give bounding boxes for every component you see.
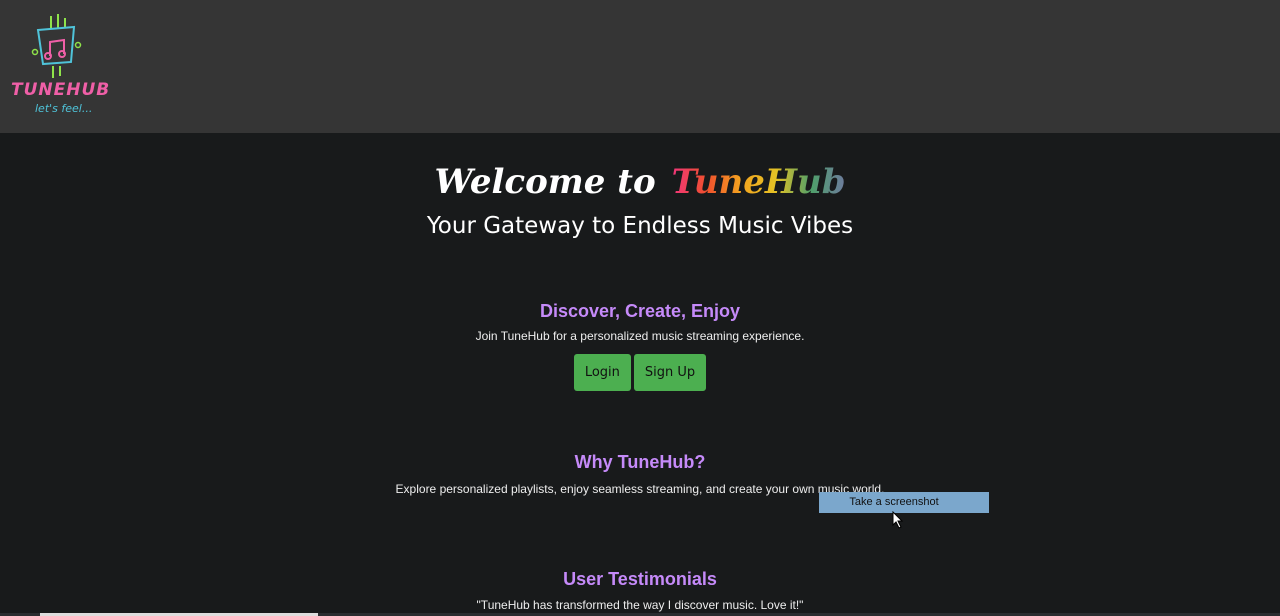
logo-text: TUNEHUB — [11, 80, 111, 100]
why-text: Explore personalized playlists, enjoy se… — [395, 482, 885, 496]
cta-title: Discover, Create, Enjoy — [539, 301, 741, 321]
mouse-cursor-icon — [892, 511, 904, 529]
testimonial-quote: "TuneHub has transformed the way I disco… — [476, 598, 804, 612]
context-menu-take-screenshot[interactable]: Take a screenshot — [819, 492, 989, 513]
welcome-title: Welcome to TuneHub — [0, 162, 1280, 202]
auth-buttons: Login Sign Up — [0, 354, 1280, 391]
login-button[interactable]: Login — [573, 354, 631, 391]
music-note-logo-icon — [31, 14, 82, 78]
brand-name: TuneHub — [671, 162, 846, 202]
signup-button[interactable]: Sign Up — [633, 354, 707, 391]
cta-text: Join TuneHub for a personalized music st… — [475, 329, 805, 343]
tunehub-logo[interactable]: TUNEHUB let's feel... — [8, 12, 111, 118]
testimonials-title: User Testimonials — [563, 569, 717, 589]
welcome-text: Welcome to — [434, 162, 656, 202]
logo-tagline: let's feel... — [35, 102, 93, 115]
header: TUNEHUB let's feel... — [0, 0, 1280, 133]
tagline: Your Gateway to Endless Music Vibes — [426, 213, 854, 239]
why-title: Why TuneHub? — [574, 452, 706, 472]
